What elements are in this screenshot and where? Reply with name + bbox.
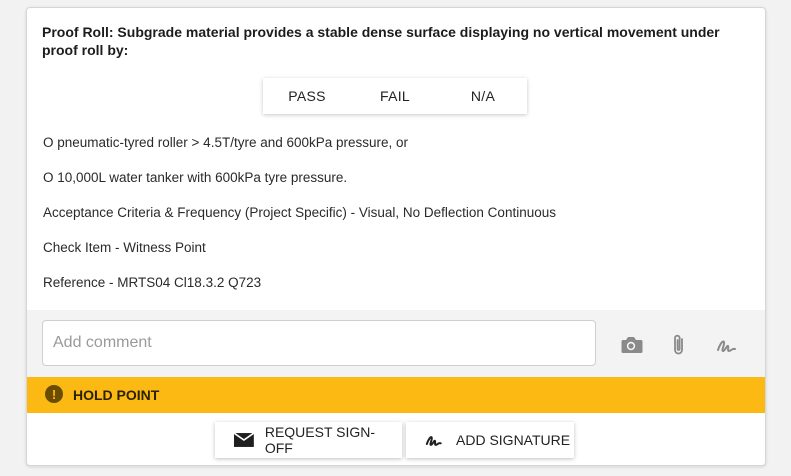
request-signoff-label: REQUEST SIGN-OFF [264,424,376,456]
roller-option-text: O pneumatic-tyred roller > 4.5T/tyre and… [43,135,409,150]
check-item-text: Check Item - Witness Point [43,240,206,255]
add-signature-button[interactable]: ADD SIGNATURE [406,422,574,458]
reference-text: Reference - MRTS04 Cl18.3.2 Q723 [43,275,262,290]
hold-point-banner: ! HOLD POINT [27,377,765,413]
tanker-option-text: O 10,000L water tanker with 600kPa tyre … [43,170,348,185]
result-choice-group: PASS FAIL N/A [263,78,527,114]
fail-button[interactable]: FAIL [351,78,439,114]
hold-point-label: HOLD POINT [73,387,160,403]
comment-bar [27,310,765,377]
na-button[interactable]: N/A [439,78,527,114]
add-signature-label: ADD SIGNATURE [456,432,571,448]
signature-icon[interactable] [714,332,740,358]
acceptance-criteria-text: Acceptance Criteria & Frequency (Project… [43,205,556,220]
signature-icon [425,436,442,446]
comment-input[interactable] [42,320,596,366]
alert-icon: ! [45,385,63,403]
envelope-icon [233,432,255,447]
paperclip-icon[interactable] [666,332,692,358]
question-text: Proof Roll: Subgrade material provides a… [42,24,720,58]
camera-icon[interactable] [618,332,644,358]
request-signoff-button[interactable]: REQUEST SIGN-OFF [215,422,402,458]
inspection-item-card: Proof Roll: Subgrade material provides a… [26,7,766,466]
pass-button[interactable]: PASS [263,78,351,114]
